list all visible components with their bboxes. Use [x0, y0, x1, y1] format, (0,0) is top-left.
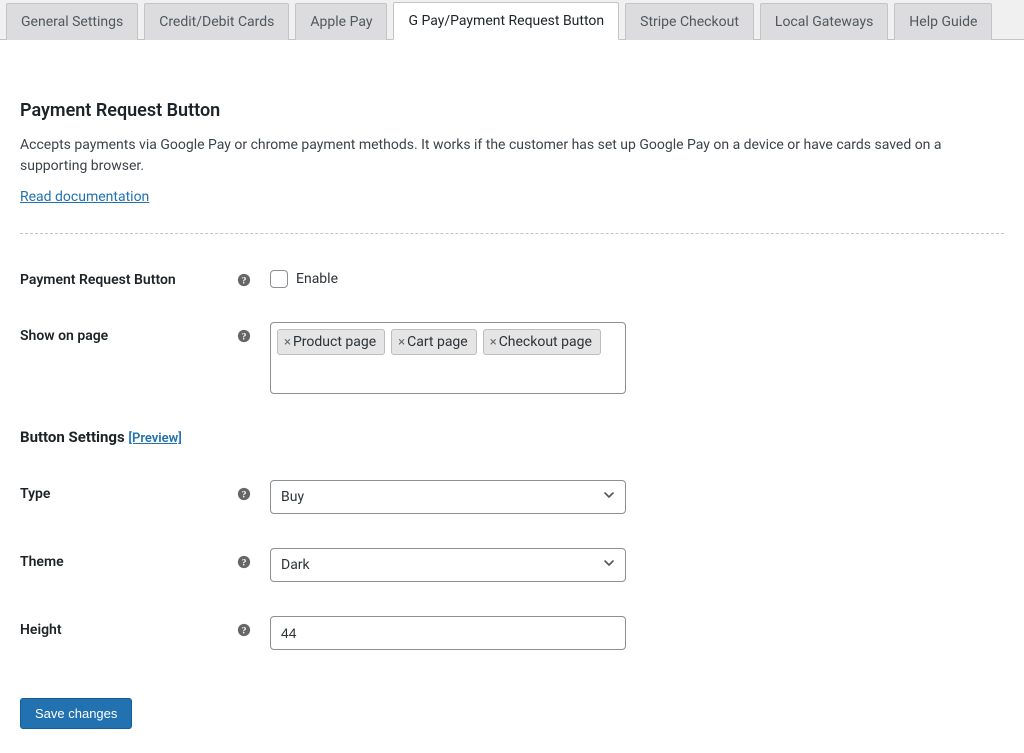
- label-enable: Payment Request Button ?: [20, 266, 270, 288]
- label-theme: Theme ?: [20, 548, 270, 570]
- theme-select-value: Dark: [281, 557, 310, 573]
- button-settings-heading: Button Settings [Preview]: [20, 428, 1004, 446]
- chip-checkout-page: × Checkout page: [483, 329, 601, 355]
- settings-panel: Payment Request Button Accepts payments …: [0, 40, 1024, 753]
- chip-product-page: × Product page: [277, 329, 385, 355]
- chevron-down-icon: [603, 557, 615, 573]
- row-show-on-page: Show on page ? × Product page × Cart pag…: [20, 322, 1004, 394]
- label-theme-text: Theme: [20, 554, 64, 570]
- enable-checkbox-label: Enable: [296, 271, 338, 287]
- preview-link[interactable]: [Preview]: [128, 431, 181, 446]
- row-enable: Payment Request Button ? Enable: [20, 266, 1004, 288]
- label-show-on-page-text: Show on page: [20, 328, 108, 344]
- tab-credit-debit-cards[interactable]: Credit/Debit Cards: [144, 3, 289, 40]
- svg-text:?: ?: [242, 490, 247, 501]
- row-height: Height ?: [20, 616, 1004, 650]
- type-select[interactable]: Buy: [270, 480, 626, 514]
- help-icon[interactable]: ?: [236, 272, 252, 288]
- chip-cart-page: × Cart page: [391, 329, 477, 355]
- enable-checkbox[interactable]: [270, 270, 288, 288]
- theme-select[interactable]: Dark: [270, 548, 626, 582]
- tab-local-gateways[interactable]: Local Gateways: [760, 3, 888, 40]
- label-type-text: Type: [20, 486, 50, 502]
- row-type: Type ? Buy: [20, 480, 1004, 514]
- close-icon[interactable]: ×: [490, 336, 497, 349]
- chip-label: Checkout page: [499, 334, 592, 350]
- button-settings-heading-text: Button Settings: [20, 428, 125, 446]
- label-height-text: Height: [20, 622, 62, 638]
- tab-stripe-checkout[interactable]: Stripe Checkout: [625, 3, 754, 40]
- label-type: Type ?: [20, 480, 270, 502]
- height-input[interactable]: [270, 616, 626, 650]
- svg-text:?: ?: [242, 276, 247, 287]
- type-select-value: Buy: [281, 489, 304, 505]
- svg-text:?: ?: [242, 626, 247, 637]
- close-icon[interactable]: ×: [284, 336, 291, 349]
- help-icon[interactable]: ?: [236, 554, 252, 570]
- help-icon[interactable]: ?: [236, 622, 252, 638]
- svg-text:?: ?: [242, 332, 247, 343]
- svg-text:?: ?: [242, 558, 247, 569]
- settings-tabbar: General Settings Credit/Debit Cards Appl…: [0, 0, 1024, 40]
- row-theme: Theme ? Dark: [20, 548, 1004, 582]
- save-button[interactable]: Save changes: [20, 698, 132, 729]
- tab-apple-pay[interactable]: Apple Pay: [295, 3, 387, 40]
- help-icon[interactable]: ?: [236, 328, 252, 344]
- label-show-on-page: Show on page ?: [20, 322, 270, 344]
- label-enable-text: Payment Request Button: [20, 272, 176, 288]
- tab-general-settings[interactable]: General Settings: [6, 3, 138, 40]
- label-height: Height ?: [20, 616, 270, 638]
- chip-label: Product page: [293, 334, 376, 350]
- chip-label: Cart page: [407, 334, 468, 350]
- help-icon[interactable]: ?: [236, 486, 252, 502]
- tab-gpay-payment-request[interactable]: G Pay/Payment Request Button: [393, 2, 619, 40]
- read-documentation-link[interactable]: Read documentation: [20, 189, 149, 205]
- page-title: Payment Request Button: [20, 100, 1004, 121]
- section-divider: [20, 233, 1004, 234]
- page-description: Accepts payments via Google Pay or chrom…: [20, 135, 1004, 177]
- tab-help-guide[interactable]: Help Guide: [894, 3, 992, 40]
- show-on-page-multiselect[interactable]: × Product page × Cart page × Checkout pa…: [270, 322, 626, 394]
- close-icon[interactable]: ×: [398, 336, 405, 349]
- chevron-down-icon: [603, 489, 615, 505]
